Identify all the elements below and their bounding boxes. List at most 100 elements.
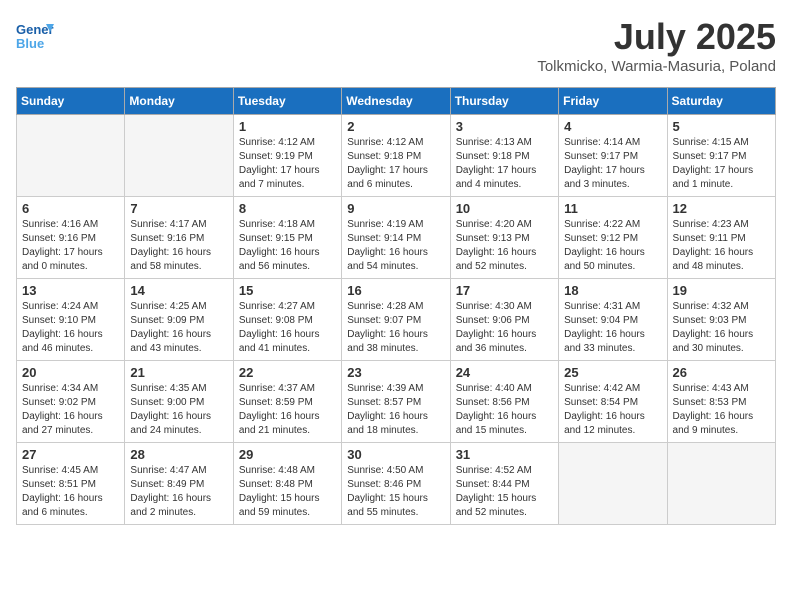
day-number: 4	[564, 119, 661, 134]
day-info: Sunrise: 4:23 AMSunset: 9:11 PMDaylight:…	[673, 218, 770, 274]
day-info: Sunrise: 4:25 AMSunset: 9:09 PMDaylight:…	[130, 300, 227, 356]
svg-text:Blue: Blue	[16, 36, 44, 51]
day-number: 27	[22, 447, 119, 462]
calendar-cell: 2Sunrise: 4:12 AMSunset: 9:18 PMDaylight…	[342, 115, 450, 197]
day-number: 29	[239, 447, 336, 462]
day-info: Sunrise: 4:22 AMSunset: 9:12 PMDaylight:…	[564, 218, 661, 274]
day-info: Sunrise: 4:37 AMSunset: 8:59 PMDaylight:…	[239, 382, 336, 438]
day-info: Sunrise: 4:27 AMSunset: 9:08 PMDaylight:…	[239, 300, 336, 356]
day-info: Sunrise: 4:18 AMSunset: 9:15 PMDaylight:…	[239, 218, 336, 274]
calendar-cell: 11 Sunrise: 4:22 AMSunset: 9:12 PMDayligh…	[559, 197, 667, 279]
week-row-4: 20Sunrise: 4:34 AMSunset: 9:02 PMDayligh…	[17, 361, 776, 443]
day-info: Sunrise: 4:43 AMSunset: 8:53 PMDaylight:…	[673, 382, 770, 438]
day-info: Sunrise: 4:16 AMSunset: 9:16 PMDaylight:…	[22, 218, 119, 274]
day-number: 10	[456, 201, 553, 216]
column-header-friday: Friday	[559, 88, 667, 115]
calendar-cell: 6 Sunrise: 4:16 AMSunset: 9:16 PMDaylight…	[17, 197, 125, 279]
column-header-thursday: Thursday	[450, 88, 558, 115]
day-number: 28	[130, 447, 227, 462]
calendar-cell: 17Sunrise: 4:30 AMSunset: 9:06 PMDayligh…	[450, 279, 558, 361]
calendar-cell	[17, 115, 125, 197]
calendar-cell: 23Sunrise: 4:39 AMSunset: 8:57 PMDayligh…	[342, 361, 450, 443]
day-number: 9	[347, 201, 444, 216]
calendar-table: SundayMondayTuesdayWednesdayThursdayFrid…	[16, 87, 776, 525]
day-info: Sunrise: 4:48 AMSunset: 8:48 PMDaylight:…	[239, 464, 336, 520]
week-row-3: 13 Sunrise: 4:24 AMSunset: 9:10 PMDayligh…	[17, 279, 776, 361]
day-number: 1	[239, 119, 336, 134]
day-info: Sunrise: 4:47 AMSunset: 8:49 PMDaylight:…	[130, 464, 227, 520]
day-number: 30	[347, 447, 444, 462]
day-info: Sunrise: 4:19 AMSunset: 9:14 PMDaylight:…	[347, 218, 444, 274]
week-row-5: 27 Sunrise: 4:45 AMSunset: 8:51 PMDayligh…	[17, 443, 776, 525]
day-number: 15	[239, 283, 336, 298]
day-info: Sunrise: 4:14 AMSunset: 9:17 PMDaylight:…	[564, 136, 661, 192]
day-number: 19	[673, 283, 770, 298]
day-number: 17	[456, 283, 553, 298]
calendar-cell: 19 Sunrise: 4:32 AMSunset: 9:03 PMDayligh…	[667, 279, 775, 361]
day-info: Sunrise: 4:45 AMSunset: 8:51 PMDaylight:…	[22, 464, 119, 520]
day-number: 11	[564, 201, 661, 216]
page-header: General Blue July 2025 Tolkmicko, Warmia…	[16, 16, 776, 75]
day-info: Sunrise: 4:32 AMSunset: 9:03 PMDaylight:…	[673, 300, 770, 356]
day-info: Sunrise: 4:52 AMSunset: 8:44 PMDaylight:…	[456, 464, 553, 520]
calendar-cell	[559, 443, 667, 525]
title-block: July 2025 Tolkmicko, Warmia-Masuria, Pol…	[537, 16, 776, 75]
calendar-cell: 10 Sunrise: 4:20 AMSunset: 9:13 PMDayligh…	[450, 197, 558, 279]
day-info: Sunrise: 4:34 AMSunset: 9:02 PMDaylight:…	[22, 382, 119, 438]
logo: General Blue	[16, 16, 58, 54]
calendar-cell: 12 Sunrise: 4:23 AMSunset: 9:11 PMDayligh…	[667, 197, 775, 279]
calendar-cell: 22 Sunrise: 4:37 AMSunset: 8:59 PMDayligh…	[233, 361, 341, 443]
day-number: 26	[673, 365, 770, 380]
column-header-saturday: Saturday	[667, 88, 775, 115]
day-info: Sunrise: 4:17 AMSunset: 9:16 PMDaylight:…	[130, 218, 227, 274]
day-number: 12	[673, 201, 770, 216]
day-info: Sunrise: 4:20 AMSunset: 9:13 PMDaylight:…	[456, 218, 553, 274]
calendar-cell	[667, 443, 775, 525]
day-number: 22	[239, 365, 336, 380]
day-number: 13	[22, 283, 119, 298]
calendar-cell: 4 Sunrise: 4:14 AMSunset: 9:17 PMDaylight…	[559, 115, 667, 197]
day-number: 31	[456, 447, 553, 462]
day-number: 3	[456, 119, 553, 134]
day-number: 8	[239, 201, 336, 216]
day-number: 7	[130, 201, 227, 216]
header-row: SundayMondayTuesdayWednesdayThursdayFrid…	[17, 88, 776, 115]
week-row-2: 6 Sunrise: 4:16 AMSunset: 9:16 PMDaylight…	[17, 197, 776, 279]
calendar-cell: 27 Sunrise: 4:45 AMSunset: 8:51 PMDayligh…	[17, 443, 125, 525]
column-header-wednesday: Wednesday	[342, 88, 450, 115]
calendar-cell: 8 Sunrise: 4:18 AMSunset: 9:15 PMDaylight…	[233, 197, 341, 279]
day-number: 14	[130, 283, 227, 298]
calendar-cell: 26 Sunrise: 4:43 AMSunset: 8:53 PMDayligh…	[667, 361, 775, 443]
calendar-cell: 20Sunrise: 4:34 AMSunset: 9:02 PMDayligh…	[17, 361, 125, 443]
day-number: 25	[564, 365, 661, 380]
column-header-tuesday: Tuesday	[233, 88, 341, 115]
calendar-cell: 18Sunrise: 4:31 AMSunset: 9:04 PMDayligh…	[559, 279, 667, 361]
column-header-monday: Monday	[125, 88, 233, 115]
day-number: 21	[130, 365, 227, 380]
day-info: Sunrise: 4:39 AMSunset: 8:57 PMDaylight:…	[347, 382, 444, 438]
week-row-1: 1Sunrise: 4:12 AMSunset: 9:19 PMDaylight…	[17, 115, 776, 197]
day-info: Sunrise: 4:13 AMSunset: 9:18 PMDaylight:…	[456, 136, 553, 192]
column-header-sunday: Sunday	[17, 88, 125, 115]
day-info: Sunrise: 4:15 AMSunset: 9:17 PMDaylight:…	[673, 136, 770, 192]
location: Tolkmicko, Warmia-Masuria, Poland	[537, 58, 776, 75]
calendar-cell: 30Sunrise: 4:50 AMSunset: 8:46 PMDayligh…	[342, 443, 450, 525]
day-number: 16	[347, 283, 444, 298]
day-info: Sunrise: 4:24 AMSunset: 9:10 PMDaylight:…	[22, 300, 119, 356]
day-info: Sunrise: 4:31 AMSunset: 9:04 PMDaylight:…	[564, 300, 661, 356]
calendar-cell: 5 Sunrise: 4:15 AMSunset: 9:17 PMDaylight…	[667, 115, 775, 197]
day-number: 6	[22, 201, 119, 216]
calendar-cell: 25Sunrise: 4:42 AMSunset: 8:54 PMDayligh…	[559, 361, 667, 443]
calendar-cell: 9 Sunrise: 4:19 AMSunset: 9:14 PMDaylight…	[342, 197, 450, 279]
day-number: 24	[456, 365, 553, 380]
calendar-cell: 15 Sunrise: 4:27 AMSunset: 9:08 PMDayligh…	[233, 279, 341, 361]
day-number: 5	[673, 119, 770, 134]
calendar-cell	[125, 115, 233, 197]
calendar-cell: 29 Sunrise: 4:48 AMSunset: 8:48 PMDayligh…	[233, 443, 341, 525]
logo-icon: General Blue	[16, 16, 54, 54]
calendar-cell: 16Sunrise: 4:28 AMSunset: 9:07 PMDayligh…	[342, 279, 450, 361]
calendar-cell: 24Sunrise: 4:40 AMSunset: 8:56 PMDayligh…	[450, 361, 558, 443]
calendar-cell: 3 Sunrise: 4:13 AMSunset: 9:18 PMDaylight…	[450, 115, 558, 197]
day-info: Sunrise: 4:12 AMSunset: 9:18 PMDaylight:…	[347, 136, 444, 192]
day-info: Sunrise: 4:35 AMSunset: 9:00 PMDaylight:…	[130, 382, 227, 438]
